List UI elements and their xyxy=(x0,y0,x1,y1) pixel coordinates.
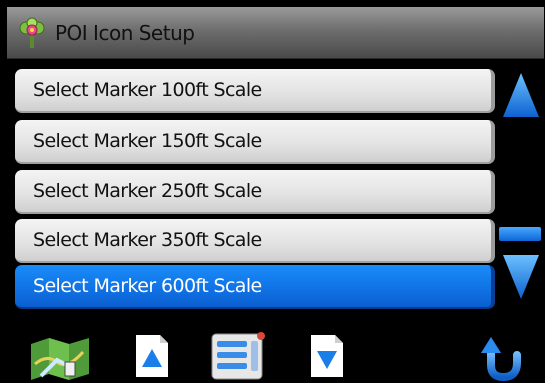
poi-setup-icon xyxy=(19,17,45,48)
page-up-icon[interactable] xyxy=(134,333,170,379)
bottom-toolbar xyxy=(7,329,544,382)
map-icon[interactable] xyxy=(27,334,93,380)
scrollbar xyxy=(497,67,544,329)
marker-list: Select Marker 100ft Scale Select Marker … xyxy=(7,69,499,323)
list-item-250ft[interactable]: Select Marker 250ft Scale xyxy=(15,170,495,214)
triangle-up-icon[interactable] xyxy=(501,71,541,119)
list-item-label: Select Marker 150ft Scale xyxy=(33,130,262,152)
device-frame: POI Icon Setup Select Marker 100ft Scale… xyxy=(0,0,545,383)
screen: POI Icon Setup Select Marker 100ft Scale… xyxy=(7,7,544,382)
title-bar: POI Icon Setup xyxy=(7,7,544,59)
list-item-150ft[interactable]: Select Marker 150ft Scale xyxy=(15,120,495,164)
list-item-label: Select Marker 600ft Scale xyxy=(33,275,262,297)
list-item-label: Select Marker 350ft Scale xyxy=(33,229,262,251)
back-arrow-icon[interactable] xyxy=(477,331,527,382)
list-item-label: Select Marker 100ft Scale xyxy=(33,79,262,101)
list-item-600ft[interactable]: Select Marker 600ft Scale xyxy=(15,265,495,309)
triangle-down-icon[interactable] xyxy=(501,253,541,301)
list-item-label: Select Marker 250ft Scale xyxy=(33,180,262,202)
page-title: POI Icon Setup xyxy=(55,20,195,45)
page-down-icon[interactable] xyxy=(309,333,345,379)
scrollbar-thumb[interactable] xyxy=(499,227,541,241)
list-menu-icon[interactable] xyxy=(209,331,267,381)
list-item-350ft[interactable]: Select Marker 350ft Scale xyxy=(15,219,495,263)
list-item-100ft[interactable]: Select Marker 100ft Scale xyxy=(15,69,495,113)
